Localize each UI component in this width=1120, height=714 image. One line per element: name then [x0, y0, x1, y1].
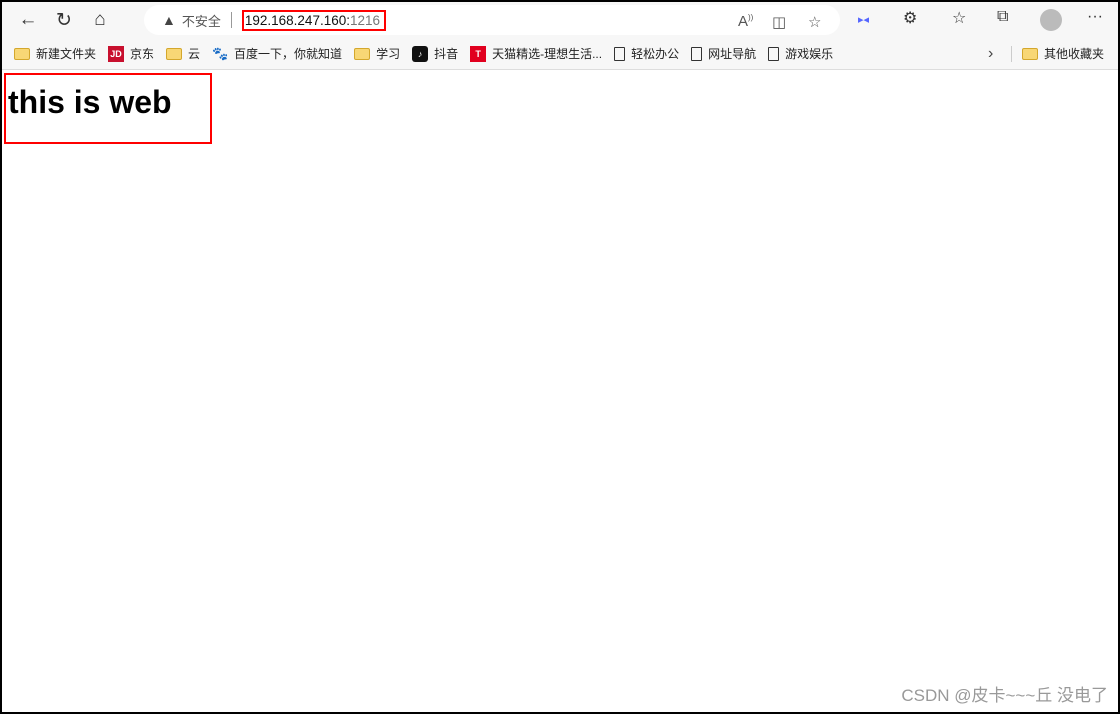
read-aloud-icon[interactable]: A)): [738, 13, 753, 30]
bookmark-item[interactable]: JD 京东: [108, 45, 154, 62]
bookmark-item[interactable]: 轻松办公: [614, 45, 679, 62]
url-text[interactable]: 192.168.247.160:1216: [241, 9, 387, 31]
bookmark-label: 京东: [130, 47, 155, 61]
bookmark-label: 天猫精选-理想生活...: [492, 47, 603, 61]
folder-icon: [1022, 47, 1038, 60]
folder-icon: [354, 47, 371, 60]
bookmark-label: 游戏娱乐: [785, 47, 834, 61]
folder-icon: [14, 47, 30, 60]
bookmark-label: 轻松办公: [631, 47, 680, 61]
bookmark-label: 云: [188, 47, 201, 61]
favorites-icon[interactable]: ☆: [952, 8, 966, 28]
refresh-button[interactable]: ↻: [46, 5, 82, 35]
toolbar: ← ↻ ⌂ ▲ 不安全 192.168.247.160:1216 A)) ◫ ☆…: [2, 2, 1118, 38]
jd-icon: JD: [108, 45, 125, 62]
bookmark-label: 学习: [376, 47, 401, 61]
bookmark-label: 其他收藏夹: [1044, 47, 1105, 61]
bookmark-item[interactable]: 云: [166, 45, 200, 62]
bookmarks-bar: 新建文件夹 JD 京东 云 🐾 百度一下，你就知道 学习 ♪ 抖音 T 天猫精选-理想生…: [2, 38, 1118, 70]
bookmark-item[interactable]: T 天猫精选-理想生活...: [470, 45, 602, 62]
bookmark-label: 新建文件夹: [36, 47, 97, 61]
page-icon: [691, 46, 703, 61]
browser-window: ← ↻ ⌂ ▲ 不安全 192.168.247.160:1216 A)) ◫ ☆…: [2, 2, 1118, 712]
url-port: 1216: [349, 12, 381, 28]
split-screen-icon[interactable]: ◫: [772, 13, 786, 31]
back-button[interactable]: ←: [10, 5, 46, 35]
collections-icon[interactable]: ⧉: [997, 8, 1008, 26]
extension-icon[interactable]: ▸◂: [858, 13, 869, 26]
add-favorite-icon[interactable]: ☆: [808, 13, 821, 31]
tmall-icon: T: [470, 45, 487, 62]
other-bookmarks[interactable]: 其他收藏夹: [1022, 45, 1104, 62]
more-menu-icon[interactable]: ···: [1087, 8, 1103, 26]
baidu-icon: 🐾: [211, 45, 229, 61]
page-icon: [768, 46, 780, 61]
profile-avatar[interactable]: [1040, 9, 1062, 31]
bookmark-item[interactable]: ♪ 抖音: [412, 45, 458, 62]
bookmark-item[interactable]: 游戏娱乐: [768, 45, 833, 62]
warning-icon: ▲: [162, 12, 176, 28]
bookmark-item[interactable]: 🐾 百度一下，你就知道: [212, 45, 342, 62]
divider: [1011, 45, 1012, 62]
bookmark-label: 抖音: [434, 47, 459, 61]
extensions-icon[interactable]: ⚙: [903, 8, 917, 28]
highlight-box: [4, 73, 212, 144]
watermark: CSDN @皮卡~~~丘 没电了: [901, 686, 1108, 705]
folder-icon: [166, 47, 183, 60]
bookmark-item[interactable]: 网址导航: [691, 45, 756, 62]
page-icon: [614, 46, 626, 61]
divider: [230, 12, 232, 28]
bookmark-label: 百度一下，你就知道: [234, 47, 343, 61]
security-label: 不安全: [181, 13, 221, 29]
bookmark-item[interactable]: 学习: [354, 45, 400, 62]
bookmark-label: 网址导航: [708, 47, 757, 61]
douyin-icon: ♪: [412, 45, 429, 62]
home-button[interactable]: ⌂: [82, 5, 118, 35]
bookmark-item[interactable]: 新建文件夹: [14, 45, 96, 62]
address-bar[interactable]: ▲ 不安全 192.168.247.160:1216 A)) ◫ ☆: [144, 5, 840, 35]
chevron-right-icon[interactable]: ›: [988, 45, 993, 63]
url-host: 192.168.247.160:: [244, 12, 350, 28]
